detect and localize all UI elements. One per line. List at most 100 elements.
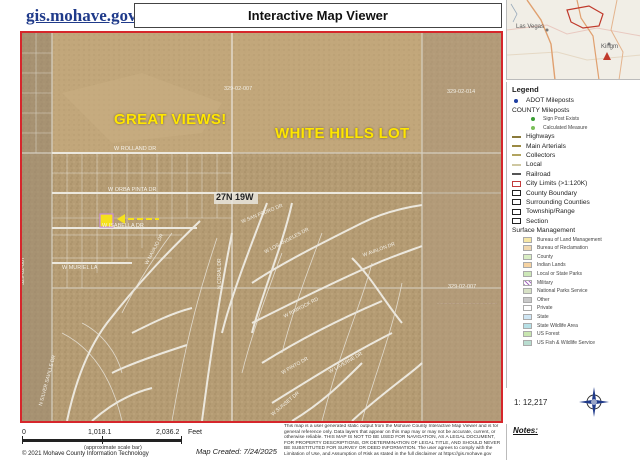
title-box: Interactive Map Viewer <box>134 3 502 28</box>
legend-item-label: Other <box>537 296 550 303</box>
inset-label-las-vegas: Las Vegas <box>516 24 545 30</box>
legend-item: Sign Post Exists <box>507 115 640 124</box>
legend-item: County Boundary <box>507 188 640 197</box>
legend-item-label: Calculated Measure <box>543 124 588 131</box>
inset-map-graphic <box>507 0 640 79</box>
parcel-label: 329-02-007 <box>448 284 477 290</box>
legend-swatch <box>512 190 521 196</box>
legend-item-label: Surrounding Counties <box>526 198 590 206</box>
legend-swatch <box>512 199 521 206</box>
legend-swatch <box>523 288 532 295</box>
scale-label-end: 2,036.2 <box>156 429 180 436</box>
notes-label: Notes: <box>513 426 538 435</box>
legend-swatch <box>523 245 532 252</box>
legend-item-label: Township/Range <box>526 208 575 216</box>
scale-tick <box>181 436 182 444</box>
legend-item-label: State Wildlife Area <box>537 322 578 329</box>
site-logo-link[interactable]: gis.mohave.gov <box>26 6 137 26</box>
legend-item-label: National Parks Service <box>537 288 588 295</box>
legend-swatch <box>523 339 532 346</box>
map-print-page: gis.mohave.gov Interactive Map Viewer La… <box>0 0 640 460</box>
legend-item: City Limits (>1:120K) <box>507 179 640 188</box>
legend-item: Calculated Measure <box>507 123 640 132</box>
legend-item-label: Indian Lands <box>537 262 566 269</box>
legend-swatch <box>523 262 532 269</box>
legend-item: State <box>507 313 640 322</box>
legend-swatch <box>512 154 521 157</box>
legend-item: Other <box>507 295 640 304</box>
aerial-map[interactable] <box>22 33 501 421</box>
page-title: Interactive Map Viewer <box>248 8 388 23</box>
parcel-label: 329-02-007 <box>224 86 253 92</box>
legend-item-label: Railroad <box>526 170 551 178</box>
legend-swatch <box>523 253 532 260</box>
legend-item: Military <box>507 278 640 287</box>
legend-swatch <box>512 208 521 215</box>
legend-item: Local <box>507 160 640 169</box>
legend-item-label: Local <box>526 161 542 169</box>
legend-item: US Forest <box>507 330 640 339</box>
street-label: N CORAL DR <box>217 258 223 289</box>
street-label: W ISABELLA DR <box>102 223 144 229</box>
scale-ratio: 1: 12,217 <box>514 398 548 407</box>
legend-swatch <box>523 279 532 286</box>
map-created-date: Map Created: 7/24/2025 <box>196 447 277 456</box>
legend-item: Indian Lands <box>507 261 640 270</box>
main-map-frame[interactable]: GREAT VIEWS! WHITE HILLS LOT 27N 19W 329… <box>20 31 503 423</box>
legend-item: US Fish & Wildlife Service <box>507 338 640 347</box>
legend-item-label: Surface Management <box>512 227 576 235</box>
legend-item: Section <box>507 216 640 225</box>
legend-swatch <box>512 135 521 138</box>
legend-swatch <box>512 173 521 176</box>
legend-swatch <box>523 313 532 320</box>
scale-label-mid: 1,018.1 <box>88 429 112 436</box>
legend-item-label: Sign Post Exists <box>543 116 580 123</box>
legend-swatch <box>523 270 532 277</box>
legend-item-label: Private <box>537 305 553 312</box>
street-label: W ORBA PINTA DR <box>108 187 157 193</box>
legend-swatch <box>531 117 535 122</box>
disclaimer-text: This map is a user generated static outp… <box>284 424 501 457</box>
annotation-great-views: GREAT VIEWS! <box>114 111 227 128</box>
parcel-label: 329-02-014 <box>447 89 476 95</box>
legend-swatch <box>523 322 532 329</box>
legend-item-label: Local or State Parks <box>537 270 583 277</box>
inset-label-kingman: Kingm <box>601 44 619 50</box>
legend-swatch <box>512 218 521 225</box>
legend-item-label: ADOT Mileposts <box>526 97 574 105</box>
annotation-white-hills-lot: WHITE HILLS LOT <box>275 125 410 142</box>
legend-swatch <box>512 180 521 187</box>
legend-list: ADOT Mileposts COUNTY Mileposts Sign Post … <box>507 96 640 347</box>
map-legend: Legend ADOT Mileposts COUNTY Mileposts Sig… <box>506 82 640 388</box>
legend-item-label: Military <box>537 279 553 286</box>
township-label: 27N 19W <box>216 192 254 202</box>
legend-swatch <box>523 331 532 338</box>
scale-unit: Feet <box>188 429 203 436</box>
legend-item-label: City Limits (>1:120K) <box>526 180 588 188</box>
legend-item: National Parks Service <box>507 287 640 296</box>
legend-swatch <box>514 98 518 103</box>
legend-item-label: County <box>537 253 553 260</box>
legend-item: Railroad <box>507 170 640 179</box>
legend-item: Surrounding Counties <box>507 198 640 207</box>
legend-item: Main Arterials <box>507 141 640 150</box>
scale-label-start: 0 <box>22 429 26 436</box>
legend-title: Legend <box>512 85 539 94</box>
legend-item-label: COUNTY Mileposts <box>512 106 570 114</box>
legend-item: Private <box>507 304 640 313</box>
notes-box: Notes: <box>506 424 640 460</box>
copyright: © 2021 Mohave County Information Technol… <box>22 451 149 457</box>
legend-item-label: Main Arterials <box>526 142 566 150</box>
legend-item: Highways <box>507 132 640 141</box>
legend-swatch <box>523 296 532 303</box>
legend-item: County <box>507 252 640 261</box>
street-label: W MURIEL LA <box>62 265 98 271</box>
legend-item: COUNTY Mileposts <box>507 105 640 114</box>
legend-swatch <box>531 125 535 130</box>
legend-item: ADOT Mileposts <box>507 96 640 105</box>
legend-item-label: US Forest <box>537 331 560 338</box>
legend-item: Surface Management <box>507 226 640 235</box>
legend-item-label: US Fish & Wildlife Service <box>537 339 596 346</box>
legend-item-label: State <box>537 313 549 320</box>
legend-item-label: Bureau of Reclamation <box>537 245 588 252</box>
